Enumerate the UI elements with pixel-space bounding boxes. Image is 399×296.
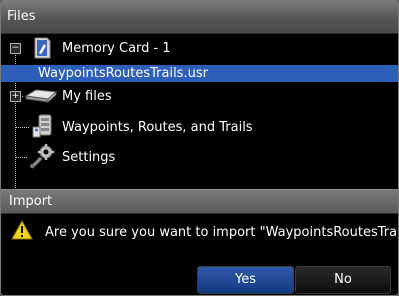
tree-connector-branch <box>15 157 27 158</box>
yes-button[interactable]: Yes <box>197 266 294 294</box>
files-window: Files − Memory Card - 1 WaypointsRoutesT… <box>0 0 399 296</box>
tree-item-waypoints-file[interactable]: WaypointsRoutesTrails.usr <box>38 66 208 81</box>
tree-item-settings[interactable]: Settings <box>62 150 115 165</box>
dialog-message: Are you sure you want to import "Waypoin… <box>45 225 398 240</box>
warning-icon <box>11 219 33 244</box>
tree-item-memory-card[interactable]: Memory Card - 1 <box>62 41 171 56</box>
tree-item-waypoints-routes-trails[interactable]: Waypoints, Routes, and Trails <box>62 120 253 135</box>
expand-my-files-toggle[interactable]: + <box>10 91 21 102</box>
dialog-title: Import <box>1 189 398 214</box>
hard-drive-icon <box>24 87 58 109</box>
collapse-memory-card-toggle[interactable]: − <box>10 43 21 54</box>
no-button[interactable]: No <box>295 266 391 294</box>
database-icon <box>31 113 53 143</box>
file-tree: − Memory Card - 1 WaypointsRoutesTrails.… <box>1 34 398 190</box>
memory-card-icon <box>32 36 52 64</box>
wrench-gear-icon <box>28 143 56 173</box>
tree-item-my-files[interactable]: My files <box>62 89 112 104</box>
tree-connector-branch <box>15 127 29 128</box>
import-dialog: Import Are you sure you want to import "… <box>1 189 398 295</box>
window-title: Files <box>1 1 398 34</box>
